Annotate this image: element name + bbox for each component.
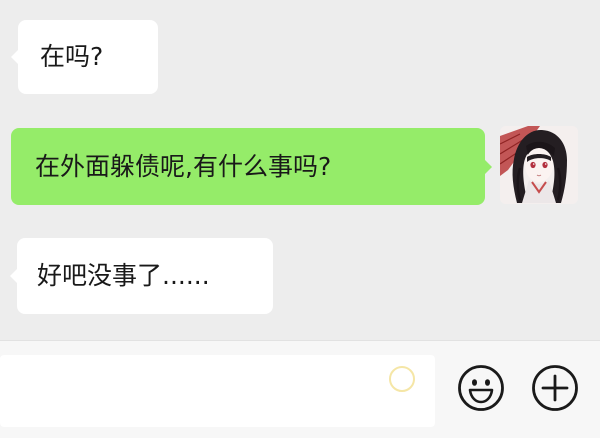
emoji-button[interactable] [456, 363, 506, 413]
outgoing-message-bubble[interactable]: 在外面躲债呢,有什么事吗? [11, 128, 492, 205]
incoming-message-bubble[interactable]: 好吧没事了...... [10, 238, 273, 314]
input-cursor-indicator [389, 366, 415, 392]
message-text: 在吗? [40, 42, 104, 71]
more-options-button[interactable] [530, 363, 580, 413]
incoming-message-bubble[interactable]: 在吗? [11, 20, 158, 94]
user-avatar[interactable] [500, 126, 578, 204]
message-input[interactable] [0, 355, 435, 427]
message-input-bar [0, 340, 600, 438]
anime-girl-avatar-icon [500, 126, 578, 204]
message-text: 在外面躲债呢,有什么事吗? [35, 152, 332, 181]
message-text: 好吧没事了...... [37, 261, 210, 290]
emoji-smile-icon [458, 365, 504, 411]
plus-circle-icon [532, 365, 578, 411]
chat-message-area: 在吗? 在外面躲债呢,有什么事吗? 好吧没事了...... [0, 0, 600, 340]
